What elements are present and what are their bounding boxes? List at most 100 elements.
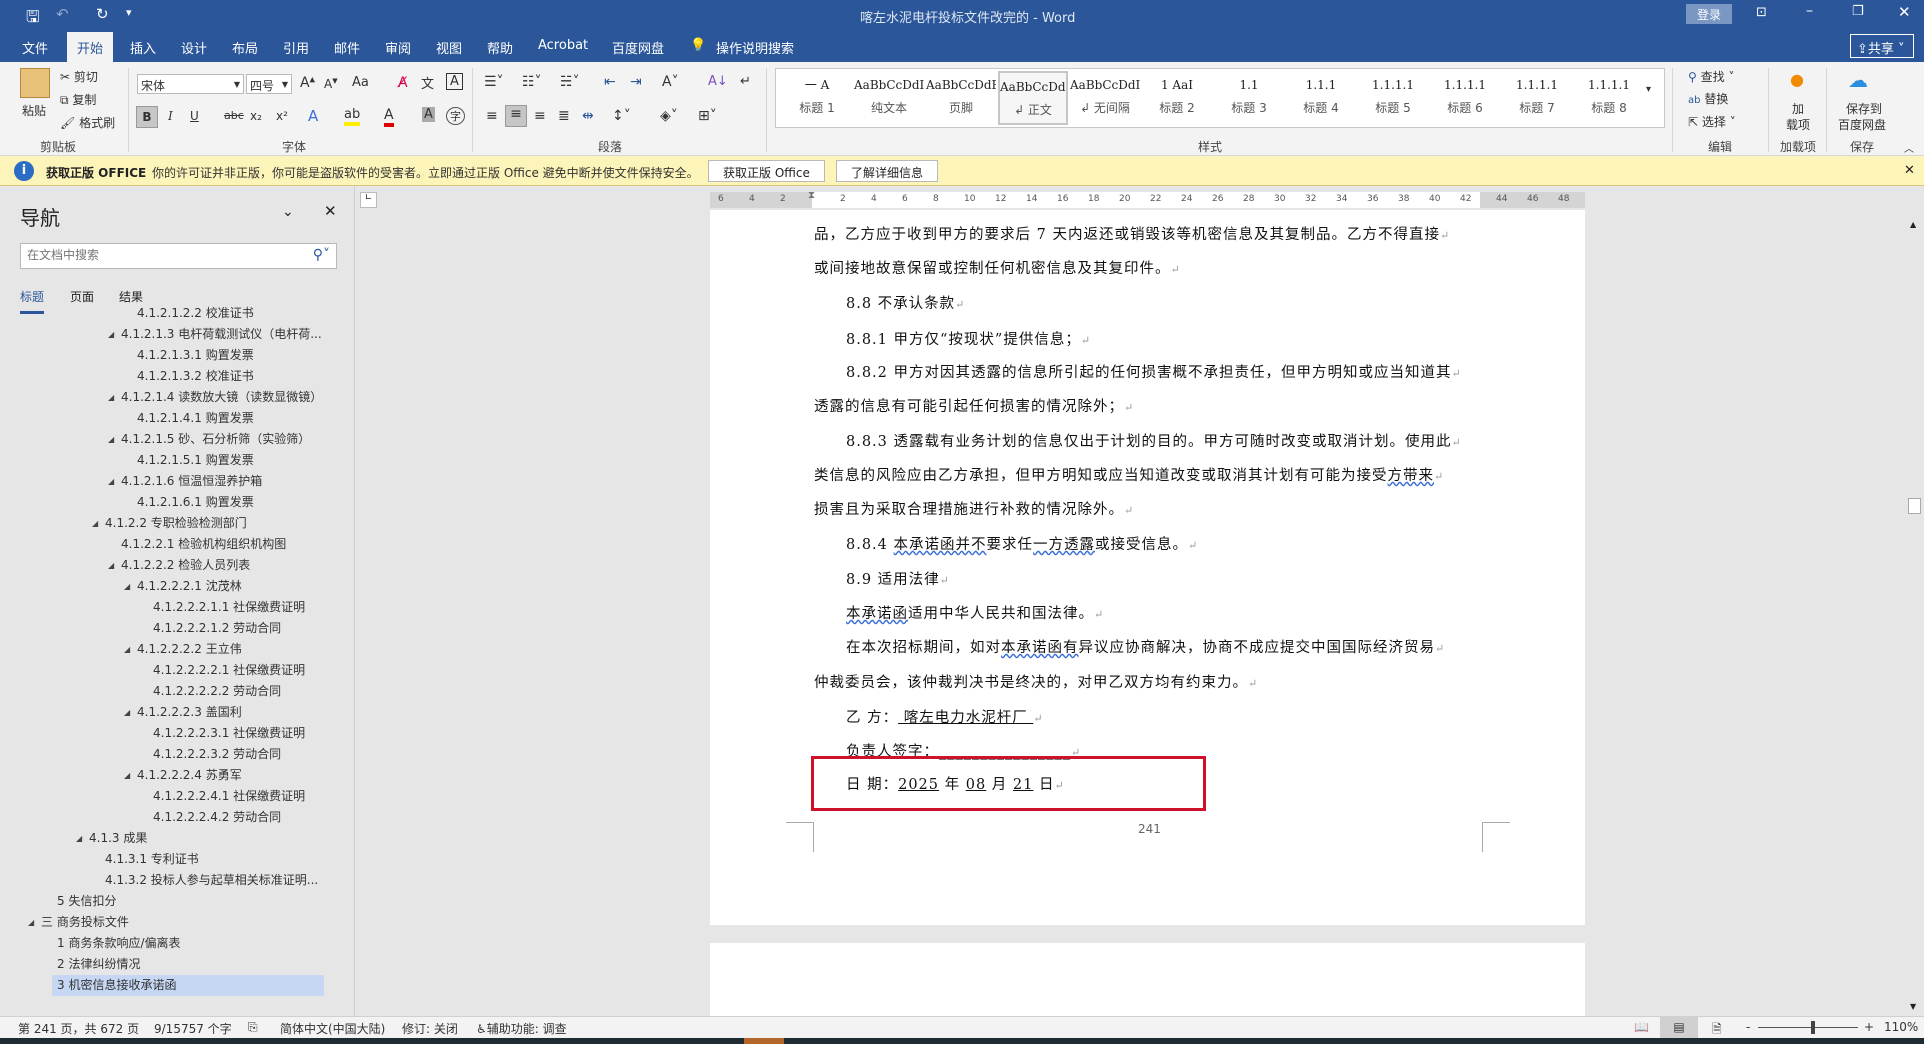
nav-heading-item[interactable]: 4.1.2.2.1 检验机构组织机构图 [0,534,354,555]
style-item[interactable]: AaBbCcDdEe 页脚 [926,71,996,125]
nav-heading-item[interactable]: 4.1.2.1.2.2 校准证书 [0,306,354,324]
document-line[interactable]: 品，乙方应于收到甲方的要求后 7 天内返还或销毁该等机密信息及其复制品。乙方不得… [814,223,1450,244]
collapse-triangle-icon[interactable]: ◢ [108,429,114,450]
close-infobar-icon[interactable]: ✕ [1904,163,1915,178]
tab-acrobat[interactable]: Acrobat [538,38,588,53]
nav-heading-item[interactable]: ◢ 4.1.2.2.2.3 盖国利 [0,702,354,723]
zoom-in-button[interactable]: + [1864,1020,1874,1034]
scroll-down-icon[interactable]: ▼ [1910,1002,1916,1011]
document-line[interactable]: 仲裁委员会，该仲裁判决书是终决的，对甲乙双方均有约束力。↵ [814,671,1258,692]
save-icon[interactable]: 🖫 [26,6,40,33]
replace-button[interactable]: ab 替换 [1688,90,1728,107]
highlight-icon[interactable]: ab [344,107,361,126]
nav-heading-item[interactable]: 4.1.2.2.2.4.2 劳动合同 [0,807,354,828]
nav-heading-item[interactable]: 4.1.3.1 专利证书 [0,849,354,870]
ribbon-display-icon[interactable]: ⊡ [1756,5,1767,20]
collapse-triangle-icon[interactable]: ◢ [108,555,114,576]
get-genuine-button[interactable]: 获取正版 Office [708,160,825,182]
style-item[interactable]: AaBbCcDdI 纯文本 [854,71,924,125]
increase-indent-icon[interactable]: ⇥ [630,74,642,90]
borders-icon[interactable]: ⊞˅ [698,108,717,124]
strikethrough-button[interactable]: abc [224,109,244,122]
zoom-slider[interactable] [1758,1027,1858,1028]
collapse-triangle-icon[interactable]: ◢ [108,471,114,492]
distributed-icon[interactable]: ⇹ [582,108,594,124]
nav-heading-item[interactable]: ◢ 4.1.2.2.2.4 苏勇军 [0,765,354,786]
nav-heading-item[interactable]: 1 商务条款响应/偏离表 [0,933,354,954]
underline-button[interactable]: U [190,109,199,123]
show-marks-icon[interactable]: ↵ [740,74,751,89]
grow-font-icon[interactable]: A▲ [300,75,315,91]
document-line[interactable]: 在本次招标期间，如对本承诺函有异议应协商解决，协商不成应提交中国国际经济贸易↵ [846,636,1445,657]
nav-heading-item[interactable]: 2 法律纠纷情况 [0,954,354,975]
style-item[interactable]: 1.1.1.1 标题 7 [1502,71,1572,125]
font-size-select[interactable]: 四号 ▼ [246,74,292,94]
nav-heading-item[interactable]: ◢ 三 商务投标文件 [0,912,354,933]
enclose-char-icon[interactable]: 字 [446,107,465,125]
document-line[interactable]: 8.8.1 甲方仅“按现状”提供信息；↵ [846,328,1091,349]
collapse-ribbon-icon[interactable]: ︿ [1904,140,1914,155]
proofing-icon[interactable]: ⎘ [248,1020,258,1035]
tab-baidu[interactable]: 百度网盘 [612,38,664,57]
zoom-out-button[interactable]: - [1746,1020,1750,1034]
subscript-button[interactable]: x₂ [250,109,262,123]
close-icon[interactable]: ✕ [1898,3,1911,21]
horizontal-ruler[interactable]: 6 4 2 2 4 6 8 10 12 14 16 18 20 22 24 26 28 30 32 34 36 38 40 4… [710,190,1585,208]
nav-heading-item[interactable]: 4.1.2.1.3.2 校准证书 [0,366,354,387]
zoom-slider-thumb[interactable] [1811,1021,1815,1034]
nav-heading-item[interactable]: 4.1.2.1.5.1 购置发票 [0,450,354,471]
nav-heading-item[interactable]: ◢ 4.1.2.2.2 检验人员列表 [0,555,354,576]
nav-heading-item[interactable]: 4.1.2.2.2.2.1 社保缴费证明 [0,660,354,681]
nav-heading-item[interactable]: 4.1.2.2.2.3.1 社保缴费证明 [0,723,354,744]
nav-heading-item[interactable]: ◢ 4.1.2.1.3 电杆荷载测试仪（电杆荷... [0,324,354,345]
collapse-triangle-icon[interactable]: ◢ [124,639,130,660]
minimize-icon[interactable]: – [1806,3,1813,19]
font-name-select[interactable]: 宋体 ▼ [137,74,244,94]
sort-icon[interactable]: A↓ [708,74,728,89]
nav-heading-item[interactable]: 5 失信扣分 [0,891,354,912]
document-line[interactable]: 本承诺函适用中华人民共和国法律。↵ [846,602,1104,623]
collapse-triangle-icon[interactable]: ◢ [124,702,130,723]
nav-heading-item[interactable]: 4.1.2.2.2.4.1 社保缴费证明 [0,786,354,807]
nav-heading-item[interactable]: 4.1.2.2.2.3.2 劳动合同 [0,744,354,765]
style-item[interactable]: 1.1.1 标题 4 [1286,71,1356,125]
tab-view[interactable]: 视图 [436,38,462,57]
nav-tab-results[interactable]: 结果 [119,288,143,305]
document-line[interactable]: 损害且为采取合理措施进行补救的情况除外。↵ [814,498,1134,519]
nav-search-input[interactable] [27,248,297,262]
document-line[interactable]: 8.8.2 甲方对因其透露的信息所引起的任何损害概不承担责任，但甲方明知或应当知… [846,361,1462,382]
save-to-baidu-line2[interactable]: 百度网盘 [1838,116,1886,133]
multilevel-list-icon[interactable]: ☵˅ [560,74,580,90]
document-line[interactable]: 透露的信息有可能引起任何损害的情况除外；↵ [814,395,1134,416]
document-line[interactable]: 类信息的风险应由乙方承担，但甲方明知或应当知道改变或取消其计划有可能为接受方带来… [814,464,1444,485]
align-center-icon[interactable]: ≡ [505,105,527,127]
font-color-icon[interactable]: A [384,107,394,127]
tab-review[interactable]: 审阅 [385,38,411,57]
char-shading-icon[interactable]: A [422,107,435,122]
document-line[interactable]: 乙 方： 喀左电力水泥杆厂 ↵ [846,706,1044,727]
style-item[interactable]: 1.1.1.1 标题 5 [1358,71,1428,125]
nav-heading-item[interactable]: ◢ 4.1.3 成果 [0,828,354,849]
addin-icon[interactable]: ● [1790,70,1804,89]
undo-icon[interactable]: ↶ [56,5,69,23]
document-line[interactable]: 8.8.4 本承诺函并不要求任一方透露或接受信息。↵ [846,533,1198,554]
nav-heading-item[interactable]: 3 机密信息接收承诺函 [52,975,324,996]
nav-search-box[interactable]: ⚲˅ [20,243,337,269]
scroll-up-icon[interactable]: ▲ [1910,220,1916,229]
collapse-triangle-icon[interactable]: ◢ [28,912,34,933]
line-spacing-icon[interactable]: ↕˅ [612,108,631,124]
nav-heading-item[interactable]: 4.1.3.2 投标人参与起草相关标准证明... [0,870,354,891]
read-mode-icon[interactable]: 📖 [1634,1020,1649,1034]
nav-heading-item[interactable]: ◢ 4.1.2.1.6 恒温恒湿养护箱 [0,471,354,492]
nav-heading-item[interactable]: ◢ 4.1.2.1.5 砂、石分析筛（实验筛） [0,429,354,450]
page-count[interactable]: 第 241 页，共 672 页 [18,1020,139,1037]
tab-mailings[interactable]: 邮件 [334,38,360,57]
login-button[interactable]: 登录 [1686,4,1732,24]
collapse-triangle-icon[interactable]: ◢ [124,765,130,786]
phonetic-guide-icon[interactable]: 文 [421,73,434,92]
addins-button-line2[interactable]: 载项 [1786,116,1810,133]
document-page[interactable]: 品，乙方应于收到甲方的要求后 7 天内返还或销毁该等机密信息及其复制品。乙方不得… [710,210,1585,925]
indent-marker[interactable]: ⧗ [808,190,815,201]
text-direction-icon[interactable]: A˅ [662,74,679,90]
tab-design[interactable]: 设计 [181,38,207,57]
